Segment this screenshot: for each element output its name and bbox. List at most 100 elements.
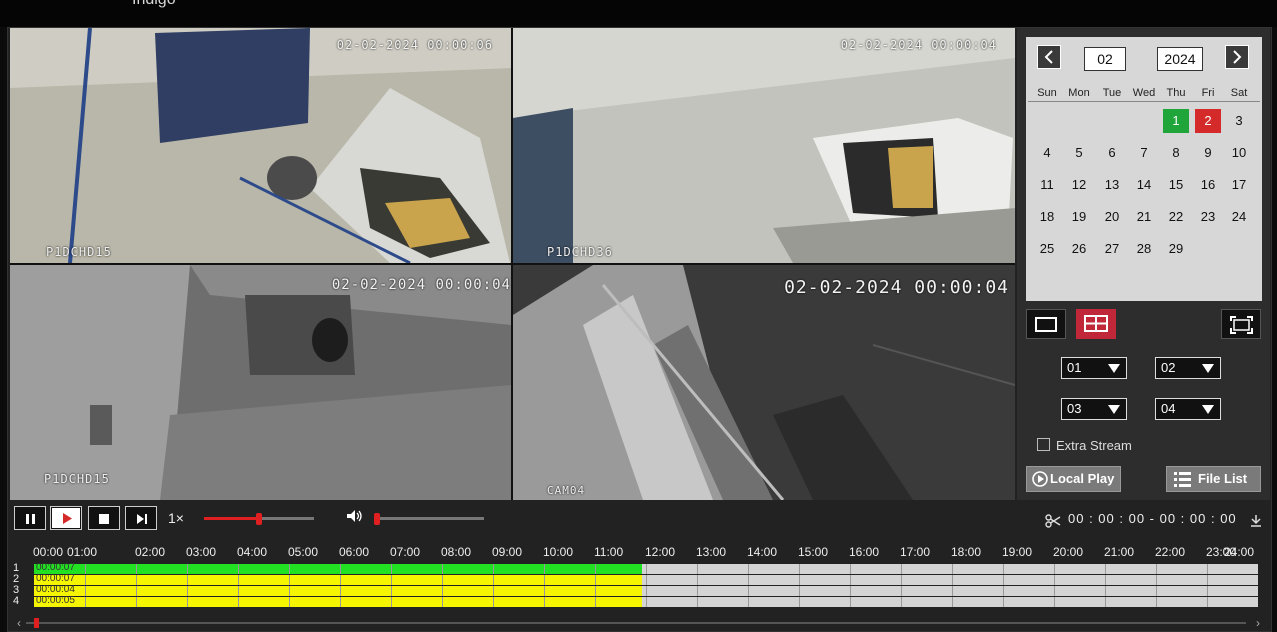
timeline-tick bbox=[850, 564, 851, 574]
video-tile-3[interactable]: 02-02-2024 00:00:04 P1DCHD15 bbox=[10, 265, 511, 500]
camera-label: CAM04 bbox=[547, 484, 586, 497]
pause-icon bbox=[26, 514, 35, 524]
prev-month-button[interactable] bbox=[1037, 45, 1061, 69]
single-view-button[interactable] bbox=[1026, 309, 1066, 339]
timeline-scrollbar[interactable] bbox=[26, 618, 1246, 628]
timeline-tick bbox=[1105, 597, 1106, 607]
scroll-right-icon[interactable]: › bbox=[1256, 616, 1260, 630]
timeline-tick bbox=[1105, 586, 1106, 596]
camera-label: P1DCHD36 bbox=[547, 245, 613, 259]
progress-slider[interactable] bbox=[204, 513, 314, 525]
calendar-day[interactable]: 26 bbox=[1066, 237, 1092, 261]
quad-view-button[interactable] bbox=[1076, 309, 1116, 339]
recording-segment[interactable] bbox=[34, 564, 642, 574]
calendar-day[interactable]: 16 bbox=[1195, 173, 1221, 197]
calendar-day[interactable]: 1 bbox=[1163, 109, 1189, 133]
timeline-tick bbox=[136, 597, 137, 607]
calendar-day[interactable]: 6 bbox=[1099, 141, 1125, 165]
timeline-tick bbox=[748, 597, 749, 607]
timeline-tick bbox=[697, 564, 698, 574]
calendar-day[interactable]: 25 bbox=[1034, 237, 1060, 261]
app-title: Indigo bbox=[132, 0, 176, 9]
timeline-hour-label: 08:00 bbox=[441, 545, 472, 559]
volume-handle[interactable] bbox=[374, 513, 380, 525]
calendar-day[interactable]: 29 bbox=[1163, 237, 1189, 261]
progress-handle[interactable] bbox=[256, 513, 262, 525]
step-forward-button[interactable] bbox=[125, 506, 157, 530]
timeline-tick bbox=[289, 597, 290, 607]
timeline-tick bbox=[850, 586, 851, 596]
fullscreen-button[interactable] bbox=[1221, 309, 1261, 339]
calendar-day[interactable]: 17 bbox=[1226, 173, 1252, 197]
channel-select-1[interactable]: 01 bbox=[1061, 357, 1127, 379]
download-icon[interactable] bbox=[1250, 515, 1262, 527]
channel-select-4[interactable]: 04 bbox=[1155, 398, 1221, 420]
timeline-tick bbox=[493, 586, 494, 596]
timeline-tick bbox=[289, 564, 290, 574]
video-tile-1[interactable]: 02-02-2024 00:00:06 P1DCHD15 bbox=[10, 28, 511, 263]
calendar-day[interactable]: 18 bbox=[1034, 205, 1060, 229]
calendar-day[interactable]: 10 bbox=[1226, 141, 1252, 165]
calendar-day[interactable]: 3 bbox=[1226, 109, 1252, 133]
timeline-tick bbox=[391, 586, 392, 596]
extra-stream-label: Extra Stream bbox=[1056, 438, 1132, 453]
timeline-tick bbox=[646, 586, 647, 596]
timeline-hour-label: 14:00 bbox=[747, 545, 778, 559]
calendar-day[interactable]: 15 bbox=[1163, 173, 1189, 197]
extra-stream-checkbox[interactable] bbox=[1037, 438, 1050, 451]
recording-segment[interactable] bbox=[34, 586, 642, 596]
channel-select-2[interactable]: 02 bbox=[1155, 357, 1221, 379]
calendar-day[interactable]: 27 bbox=[1099, 237, 1125, 261]
year-field[interactable]: 2024 bbox=[1157, 47, 1203, 71]
pause-button[interactable] bbox=[14, 506, 46, 530]
calendar-day[interactable]: 11 bbox=[1034, 173, 1060, 197]
calendar-day[interactable]: 13 bbox=[1099, 173, 1125, 197]
timeline-tick bbox=[1156, 597, 1157, 607]
play-button[interactable] bbox=[50, 506, 82, 530]
timeline-track[interactable]: 00:00:05 bbox=[34, 595, 1258, 607]
timeline-tick bbox=[901, 564, 902, 574]
calendar-day[interactable]: 8 bbox=[1163, 141, 1189, 165]
calendar-day[interactable]: 24 bbox=[1226, 205, 1252, 229]
calendar-day[interactable]: 5 bbox=[1066, 141, 1092, 165]
next-month-button[interactable] bbox=[1225, 45, 1249, 69]
calendar-day[interactable]: 21 bbox=[1131, 205, 1157, 229]
file-list-button[interactable]: File List bbox=[1166, 466, 1261, 492]
playback-speed[interactable]: 1× bbox=[168, 510, 184, 526]
calendar-day[interactable]: 2 bbox=[1195, 109, 1221, 133]
timeline-track[interactable]: 00:00:07 bbox=[34, 573, 1258, 585]
timeline-tick bbox=[595, 597, 596, 607]
calendar-day[interactable]: 14 bbox=[1131, 173, 1157, 197]
timeline-tick bbox=[136, 586, 137, 596]
channel-select-3[interactable]: 03 bbox=[1061, 398, 1127, 420]
month-field[interactable]: 02 bbox=[1084, 47, 1126, 71]
calendar-day[interactable]: 4 bbox=[1034, 141, 1060, 165]
volume-icon[interactable] bbox=[346, 509, 364, 523]
calendar-day[interactable]: 19 bbox=[1066, 205, 1092, 229]
calendar-day[interactable]: 12 bbox=[1066, 173, 1092, 197]
timeline-tick bbox=[952, 564, 953, 574]
scroll-left-icon[interactable]: ‹ bbox=[17, 616, 21, 630]
timeline-tick bbox=[493, 564, 494, 574]
calendar-day[interactable]: 22 bbox=[1163, 205, 1189, 229]
play-circle-icon bbox=[1032, 471, 1048, 487]
timeline-track[interactable]: 00:00:07 bbox=[34, 562, 1258, 574]
timeline-hour-label: 17:00 bbox=[900, 545, 931, 559]
calendar-day[interactable]: 7 bbox=[1131, 141, 1157, 165]
stop-button[interactable] bbox=[88, 506, 120, 530]
volume-slider[interactable] bbox=[374, 513, 484, 525]
local-play-button[interactable]: Local Play bbox=[1026, 466, 1121, 492]
recording-segment[interactable] bbox=[34, 597, 642, 607]
calendar-day[interactable]: 9 bbox=[1195, 141, 1221, 165]
video-tile-2[interactable]: 02-02-2024 00:00:04 P1DCHD36 bbox=[513, 28, 1015, 263]
video-tile-4[interactable]: 02-02-2024 00:00:04 CAM04 bbox=[513, 265, 1015, 500]
scissors-icon[interactable] bbox=[1045, 514, 1061, 528]
calendar-day[interactable]: 28 bbox=[1131, 237, 1157, 261]
calendar-day[interactable]: 23 bbox=[1195, 205, 1221, 229]
weekday-header: Sat bbox=[1230, 87, 1248, 99]
timeline-scroll-handle[interactable] bbox=[34, 618, 39, 628]
timeline-track[interactable]: 00:00:04 bbox=[34, 584, 1258, 596]
calendar-day[interactable]: 20 bbox=[1099, 205, 1125, 229]
timeline-tick bbox=[595, 575, 596, 585]
recording-segment[interactable] bbox=[34, 575, 642, 585]
